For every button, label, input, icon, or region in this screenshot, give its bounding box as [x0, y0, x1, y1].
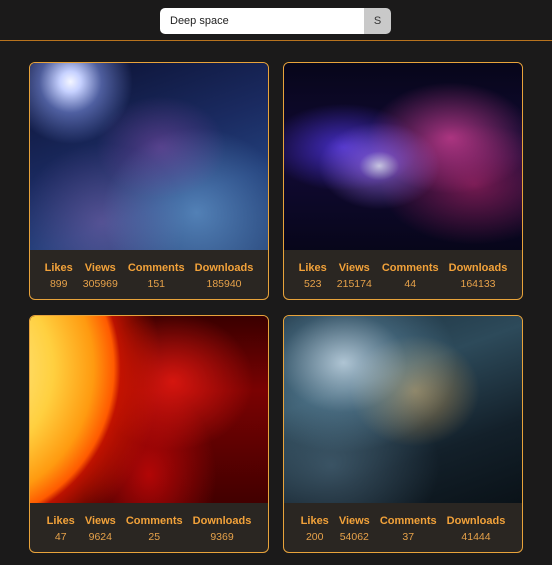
comments-stat: Comments 151 [127, 262, 185, 299]
views-label: Views [338, 515, 370, 527]
downloads-stat: Downloads 41444 [446, 515, 506, 552]
comments-count: 37 [402, 531, 415, 543]
downloads-stat: Downloads 9369 [192, 515, 252, 552]
likes-stat: Likes 200 [300, 515, 329, 552]
downloads-stat: Downloads 185940 [194, 262, 254, 299]
likes-count: 899 [49, 278, 68, 290]
comments-label: Comments [127, 262, 185, 274]
downloads-stat: Downloads 164133 [448, 262, 508, 299]
likes-stat: Likes 47 [46, 515, 75, 552]
search-input[interactable] [160, 8, 364, 34]
comments-label: Comments [381, 262, 439, 274]
likes-label: Likes [298, 262, 327, 274]
comments-stat: Comments 44 [381, 262, 439, 299]
image-card[interactable]: Likes 899 Views 305969 Comments 151 Down… [29, 62, 269, 300]
image-card[interactable]: Likes 200 Views 54062 Comments 37 Downlo… [283, 315, 523, 553]
views-stat: Views 9624 [84, 515, 116, 552]
card-stats: Likes 47 Views 9624 Comments 25 Download… [30, 503, 268, 552]
comments-count: 25 [148, 531, 161, 543]
downloads-count: 185940 [206, 278, 242, 290]
views-label: Views [338, 262, 370, 274]
likes-count: 523 [303, 278, 322, 290]
views-stat: Views 54062 [338, 515, 370, 552]
views-stat: Views 215174 [336, 262, 372, 299]
downloads-count: 164133 [460, 278, 496, 290]
image-card[interactable]: Likes 523 Views 215174 Comments 44 Downl… [283, 62, 523, 300]
likes-count: 200 [305, 531, 324, 543]
downloads-label: Downloads [192, 515, 252, 527]
downloads-label: Downloads [194, 262, 254, 274]
views-count: 215174 [336, 278, 372, 290]
search-bar: S [160, 8, 391, 34]
likes-count: 47 [54, 531, 67, 543]
views-label: Views [84, 262, 116, 274]
search-button[interactable]: S [364, 8, 391, 34]
likes-label: Likes [46, 515, 75, 527]
comments-stat: Comments 37 [379, 515, 437, 552]
card-stats: Likes 200 Views 54062 Comments 37 Downlo… [284, 503, 522, 552]
views-label: Views [84, 515, 116, 527]
views-count: 9624 [88, 531, 112, 543]
likes-label: Likes [44, 262, 73, 274]
likes-label: Likes [300, 515, 329, 527]
downloads-label: Downloads [446, 515, 506, 527]
views-count: 305969 [82, 278, 118, 290]
comments-label: Comments [125, 515, 183, 527]
downloads-count: 9369 [210, 531, 234, 543]
header: S [0, 0, 552, 41]
comments-label: Comments [379, 515, 437, 527]
comments-stat: Comments 25 [125, 515, 183, 552]
views-count: 54062 [339, 531, 369, 543]
downloads-label: Downloads [448, 262, 508, 274]
downloads-count: 41444 [461, 531, 491, 543]
image-card[interactable]: Likes 47 Views 9624 Comments 25 Download… [29, 315, 269, 553]
red-sun-image[interactable] [30, 316, 268, 503]
views-stat: Views 305969 [82, 262, 118, 299]
comments-count: 151 [147, 278, 166, 290]
likes-stat: Likes 899 [44, 262, 73, 299]
spaceship-image[interactable] [284, 316, 522, 503]
galaxy-stars-image[interactable] [30, 63, 268, 250]
card-stats: Likes 899 Views 305969 Comments 151 Down… [30, 250, 268, 299]
likes-stat: Likes 523 [298, 262, 327, 299]
card-stats: Likes 523 Views 215174 Comments 44 Downl… [284, 250, 522, 299]
comments-count: 44 [404, 278, 417, 290]
purple-nebula-image[interactable] [284, 63, 522, 250]
